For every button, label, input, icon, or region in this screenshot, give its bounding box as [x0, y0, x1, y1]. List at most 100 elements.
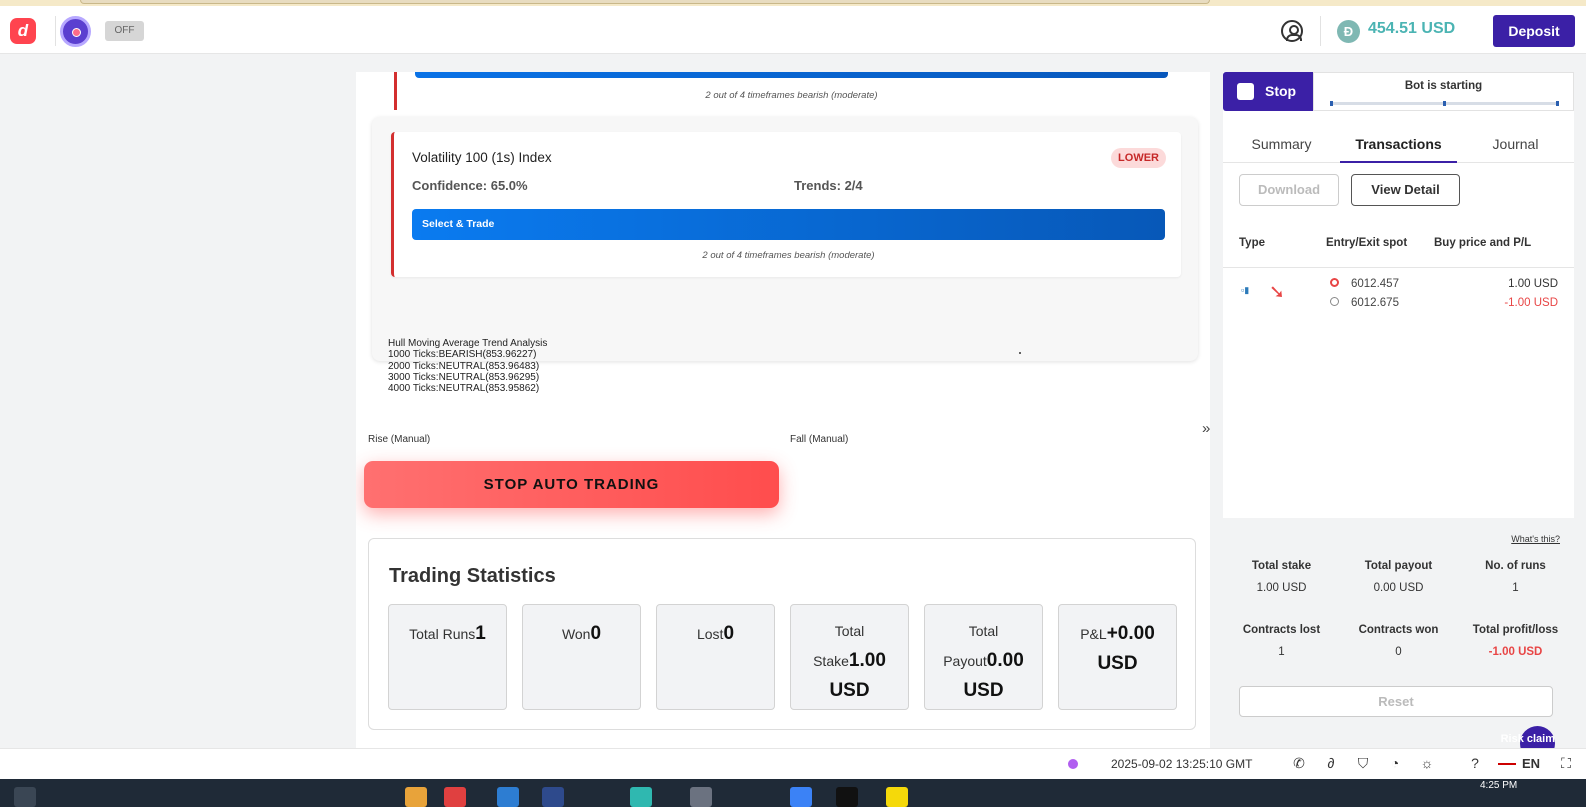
whatsapp-icon[interactable]: ✆ [1290, 754, 1308, 772]
stats-title: Trading Statistics [389, 565, 556, 587]
view-detail-button[interactable]: View Detail [1351, 174, 1460, 206]
download-button[interactable]: Download [1239, 174, 1339, 206]
tab-summary[interactable]: Summary [1223, 125, 1340, 163]
column-entry-exit: Entry/Exit spot [1326, 237, 1408, 249]
shield-icon[interactable]: ⛉ [1354, 754, 1372, 772]
app-icon[interactable] [690, 787, 712, 807]
summary-label: Contracts won [1358, 624, 1439, 636]
previous-signal-card: 2 out of 4 timeframes bearish (moderate) [394, 72, 1184, 110]
rise-label: Rise (Manual) [368, 434, 431, 445]
contract-type-icon: ▫︎▮ [1241, 285, 1250, 295]
entry-spot: 6012.457 [1351, 278, 1399, 290]
browser-icon[interactable] [630, 787, 652, 807]
timeframe-note: 2 out of 4 timeframes bearish (moderate) [702, 250, 875, 261]
trends-text: Trends: 2/4 [794, 178, 863, 193]
hull-line: 1000 Ticks:BEARISH(853.96227) [388, 349, 537, 361]
risk-disclaimer-text[interactable]: Risk claim [1499, 729, 1555, 749]
bot-status: Bot is starting [1313, 72, 1574, 111]
deriv-logo[interactable]: d [10, 18, 36, 44]
summary-value: 1 [1278, 646, 1285, 658]
select-trade-button[interactable]: Select & Trade [412, 209, 1165, 240]
summary-label: No. of runs [1485, 560, 1546, 572]
symbol-title: Volatility 100 (1s) Index [412, 150, 552, 165]
select-trade-bar-partial[interactable] [415, 72, 1168, 78]
currency-icon: Đ [1337, 20, 1360, 43]
collapse-panel-icon[interactable]: » [1202, 420, 1210, 437]
system-clock: 4:25 PM [1480, 780, 1518, 791]
stat-total-runs: Total Runs1 [388, 604, 507, 710]
exit-spot-icon [1330, 297, 1339, 306]
bot-progress-track [1330, 101, 1559, 106]
browser-tab-strip [80, 0, 1210, 4]
bot-toggle-badge[interactable]: OFF [105, 21, 144, 41]
stat-pnl: P&L+0.00 USD [1058, 604, 1177, 710]
summary-footer: What's this? Total stake 1.00 USD Total … [1223, 518, 1574, 748]
fullscreen-icon[interactable]: ⛶ [1557, 754, 1575, 772]
column-buy-price: Buy price and P/L [1434, 237, 1532, 249]
summary-value: -1.00 USD [1488, 646, 1543, 658]
whats-this-link[interactable]: What's this? [1511, 534, 1560, 544]
notes-icon[interactable] [886, 787, 908, 807]
fall-arrow-icon: ➘ [1269, 282, 1285, 303]
app-icon[interactable] [444, 787, 466, 807]
language-selector[interactable]: EN [1522, 756, 1540, 771]
column-type: Type [1239, 237, 1265, 249]
signal-card-container: Volatility 100 (1s) Index LOWER Confiden… [372, 117, 1198, 361]
server-time: 2025-09-02 13:25:10 GMT [1111, 757, 1253, 771]
exit-spot: 6012.675 [1351, 297, 1399, 309]
summary-label: Total profit/loss [1472, 624, 1559, 636]
app-icon[interactable] [542, 787, 564, 807]
summary-value: 1.00 USD [1256, 582, 1307, 594]
summary-value: 1 [1512, 582, 1519, 594]
folder-icon[interactable] [405, 787, 427, 807]
stop-bot-button[interactable]: Stop [1223, 72, 1313, 111]
stray-dot [1019, 352, 1021, 354]
header-divider [1320, 16, 1321, 46]
summary-label: Contracts lost [1242, 624, 1321, 636]
deposit-button[interactable]: Deposit [1493, 15, 1575, 47]
progress-step [1556, 101, 1559, 106]
theme-sun-icon[interactable]: ☼ [1418, 754, 1436, 772]
os-taskbar: 4:25 PM [0, 779, 1586, 807]
hull-title: Hull Moving Average Trend Analysis [388, 338, 548, 349]
app-header: d OFF Đ 454.51 USD Deposit [0, 6, 1586, 54]
status-bar: 2025-09-02 13:25:10 GMT ✆ ∂ ⛉ ◔ ☼ ? EN ⛶ [0, 748, 1586, 779]
run-panel: Stop Bot is starting Summary Transaction… [1223, 72, 1574, 748]
hull-line: 3000 Ticks:NEUTRAL(853.96295) [388, 371, 540, 383]
stat-lost: Lost0 [656, 604, 775, 710]
fall-label: Fall (Manual) [790, 434, 849, 445]
app-icon[interactable] [497, 787, 519, 807]
help-icon[interactable]: ? [1466, 754, 1484, 772]
hull-line: 2000 Ticks:NEUTRAL(853.96483) [388, 360, 540, 372]
timeframe-note: 2 out of 4 timeframes bearish (moderate) [705, 90, 878, 101]
summary-value: 0 [1395, 646, 1402, 658]
app-icon[interactable] [836, 787, 858, 807]
hull-analysis: Hull Moving Average Trend Analysis 1000 … [388, 338, 547, 394]
panel-tabs: Summary Transactions Journal [1223, 125, 1574, 163]
summary-value: 0.00 USD [1373, 582, 1424, 594]
trading-statistics: Trading Statistics Total Runs1 Won0 Lost… [368, 538, 1196, 730]
confidence-text: Confidence: 65.0% [412, 178, 528, 193]
account-icon[interactable] [1281, 20, 1303, 42]
start-icon[interactable] [14, 787, 36, 807]
stat-total-payout: Total Payout0.00 USD [924, 604, 1043, 710]
stat-total-stake: Total Stake1.00 USD [790, 604, 909, 710]
tab-transactions[interactable]: Transactions [1340, 125, 1457, 163]
progress-step [1443, 101, 1446, 106]
tab-journal[interactable]: Journal [1457, 125, 1574, 163]
profit-loss: -1.00 USD [1504, 297, 1558, 309]
bot-status-text: Bot is starting [1404, 80, 1483, 92]
buy-price: 1.00 USD [1508, 278, 1558, 290]
summary-label: Total stake [1251, 560, 1312, 572]
speedometer-icon[interactable]: ◔ [1386, 754, 1404, 772]
app-icon[interactable] [790, 787, 812, 807]
reset-button[interactable]: Reset [1239, 686, 1553, 717]
account-balance[interactable]: 454.51 USD [1368, 20, 1455, 38]
stop-auto-trading-button[interactable]: STOP AUTO TRADING [364, 461, 779, 508]
bot-icon[interactable] [60, 16, 91, 47]
direction-badge: LOWER [1111, 148, 1166, 168]
uk-flag-icon [1498, 758, 1516, 770]
hull-line: 4000 Ticks:NEUTRAL(853.95862) [388, 383, 540, 395]
connection-status-dot [1068, 759, 1078, 769]
deriv-icon[interactable]: ∂ [1322, 754, 1340, 772]
